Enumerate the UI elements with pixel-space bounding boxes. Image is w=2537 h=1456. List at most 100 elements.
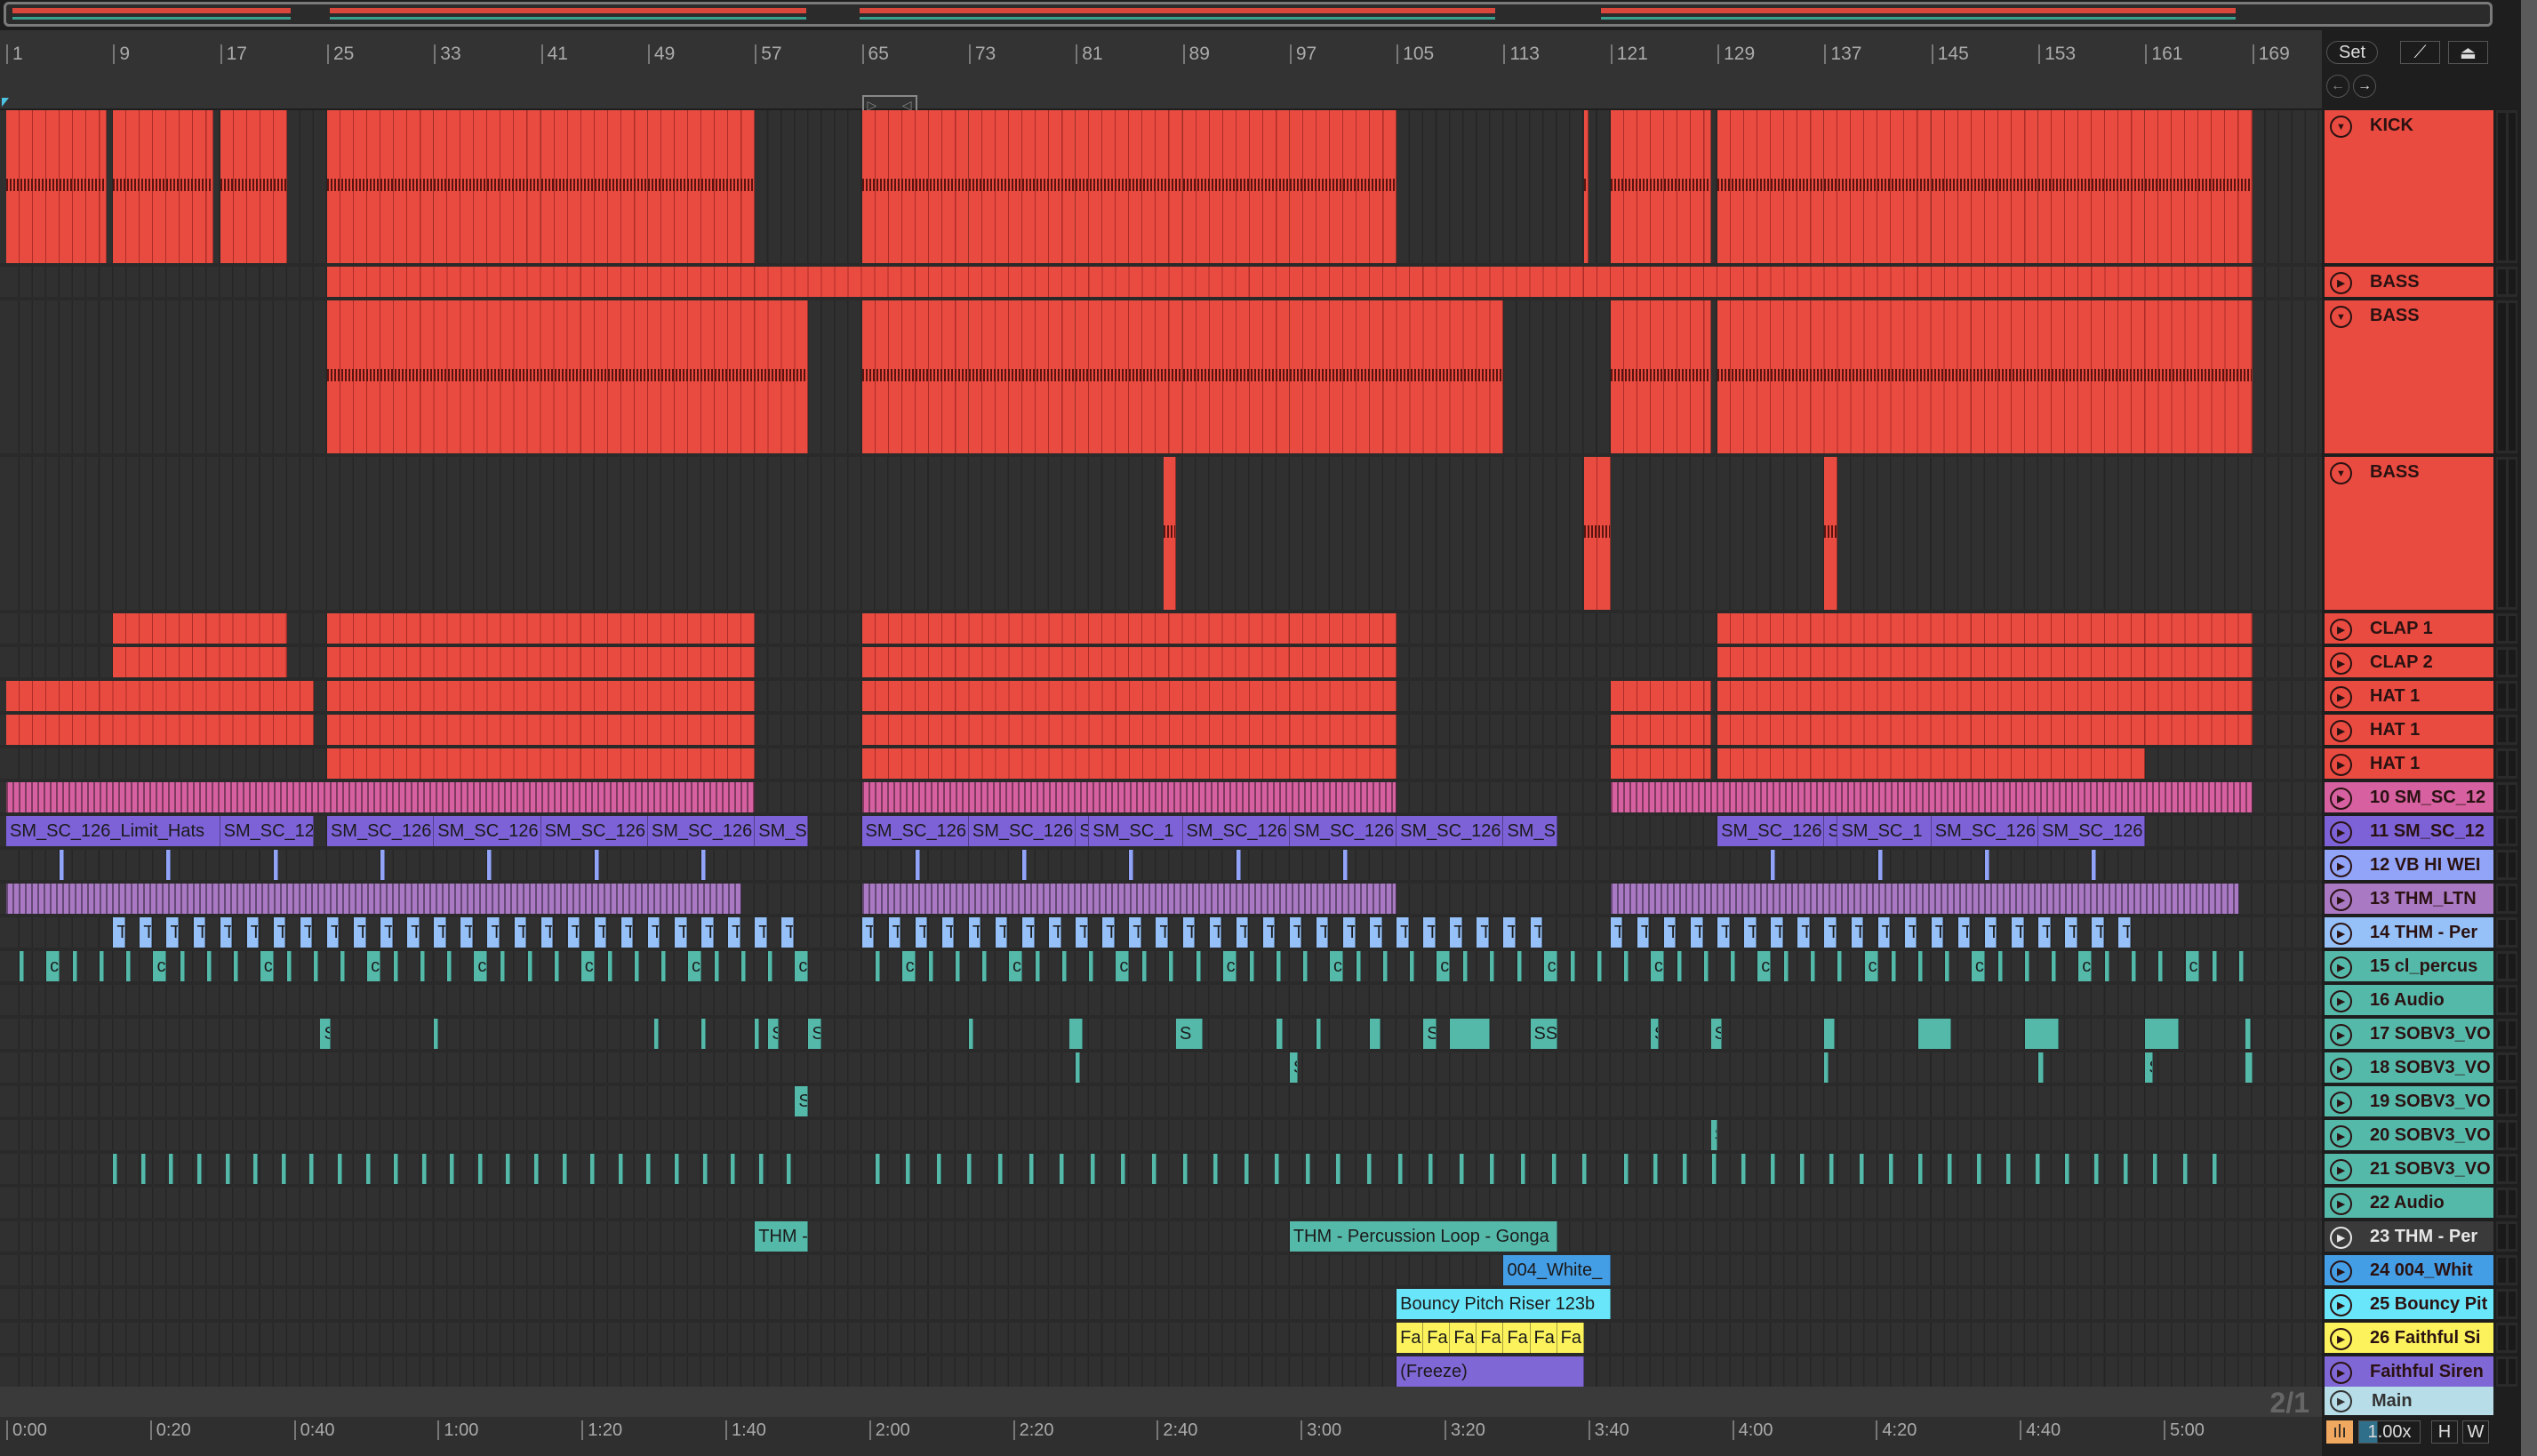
clip[interactable] <box>1771 850 1776 880</box>
play-icon[interactable]: ▶ <box>2330 754 2352 776</box>
clip[interactable]: T <box>567 917 580 948</box>
clip[interactable] <box>1028 1154 1034 1184</box>
track-header[interactable]: ▶ CLAP 2 <box>2325 647 2493 677</box>
clip[interactable] <box>6 715 314 745</box>
clip[interactable] <box>755 1019 760 1049</box>
clip[interactable]: c <box>474 951 488 981</box>
clip[interactable] <box>861 782 1397 812</box>
clip[interactable] <box>1343 850 1348 880</box>
clip[interactable]: T <box>460 917 473 948</box>
clip[interactable]: c <box>901 951 916 981</box>
clip[interactable] <box>1917 951 1923 981</box>
clip[interactable]: SM_SC_126 <box>1182 816 1290 846</box>
play-icon[interactable]: ▶ <box>2330 1328 2352 1350</box>
clip[interactable]: T <box>1423 917 1436 948</box>
clip[interactable]: T <box>701 917 714 948</box>
clip[interactable]: T <box>514 917 527 948</box>
clip[interactable]: SM_SC_126 <box>2038 816 2146 846</box>
clip[interactable] <box>1976 1154 1981 1184</box>
clip[interactable]: SM_SC_126_Limit_Hats <box>6 816 220 846</box>
clip[interactable] <box>562 1154 567 1184</box>
clip[interactable] <box>1244 1154 1249 1184</box>
clip[interactable] <box>741 951 747 981</box>
zoom-factor[interactable]: 1.00x <box>2358 1420 2421 1444</box>
clip[interactable] <box>1741 1154 1747 1184</box>
clip[interactable] <box>768 951 773 981</box>
clip[interactable]: T <box>1209 917 1222 948</box>
clip[interactable] <box>1090 1154 1095 1184</box>
clip[interactable] <box>326 613 756 644</box>
clip[interactable]: T <box>1289 917 1302 948</box>
clip[interactable] <box>1712 1154 1717 1184</box>
clip[interactable] <box>1717 715 2253 745</box>
clip[interactable]: S <box>1176 1019 1204 1049</box>
clip[interactable] <box>2052 951 2057 981</box>
clip[interactable] <box>1463 951 1469 981</box>
clip[interactable]: T <box>540 917 554 948</box>
track-header[interactable]: ▼ KICK <box>2325 110 2493 263</box>
clip[interactable]: T <box>1610 917 1623 948</box>
track-header[interactable]: ▶ 16 Audio <box>2325 985 2493 1015</box>
clip[interactable] <box>1060 1154 1065 1184</box>
track-header[interactable]: ▶ 17 SOBV3_VO <box>2325 1019 2493 1049</box>
clip[interactable] <box>647 110 756 263</box>
clip[interactable] <box>861 110 969 263</box>
clip[interactable] <box>2245 1052 2253 1083</box>
clip[interactable] <box>1022 850 1028 880</box>
clip[interactable] <box>1289 613 1397 644</box>
play-icon[interactable]: ▶ <box>2330 1362 2352 1384</box>
clip[interactable]: c <box>1543 951 1557 981</box>
clip[interactable] <box>1076 613 1290 644</box>
optimize-height-button[interactable]: H <box>2431 1420 2458 1444</box>
clip[interactable] <box>326 748 756 779</box>
clip[interactable]: SM_SC_126 <box>968 816 1076 846</box>
play-icon[interactable]: ▶ <box>2330 1058 2352 1080</box>
clip[interactable] <box>6 782 756 812</box>
clip[interactable] <box>1653 1154 1658 1184</box>
clip[interactable] <box>1623 1154 1629 1184</box>
track-header[interactable]: ▶ 11 SM_SC_12 <box>2325 816 2493 846</box>
clip[interactable]: T <box>2065 917 2077 948</box>
clip[interactable] <box>1249 951 1254 981</box>
clip[interactable] <box>675 1154 679 1184</box>
clip[interactable] <box>607 951 612 981</box>
track-header[interactable]: ▶ 26 Faithful Si <box>2325 1323 2493 1353</box>
clip[interactable]: Bouncy Pitch Riser 123b <box>1397 1289 1611 1319</box>
clip[interactable] <box>1683 1154 1688 1184</box>
clip[interactable] <box>861 748 1397 779</box>
clip[interactable] <box>2036 1154 2041 1184</box>
clip[interactable]: T <box>407 917 420 948</box>
clip[interactable]: S <box>2145 1052 2154 1083</box>
clip[interactable] <box>326 715 756 745</box>
clip[interactable] <box>233 951 238 981</box>
clip[interactable] <box>1583 110 1589 263</box>
clip[interactable]: S <box>1423 1019 1437 1049</box>
clip[interactable] <box>1182 300 1290 453</box>
clip[interactable]: T <box>1102 917 1115 948</box>
fold-chevron-icon[interactable]: ▼ <box>2330 306 2352 328</box>
clip[interactable] <box>1917 1154 1923 1184</box>
clip[interactable]: S <box>768 1019 780 1049</box>
track-header[interactable]: ▶ 18 SOBV3_VO <box>2325 1052 2493 1083</box>
clip[interactable] <box>281 1154 286 1184</box>
play-icon[interactable]: ▶ <box>2330 1389 2352 1412</box>
clip[interactable] <box>1305 1154 1310 1184</box>
clip[interactable]: SM_SC_1 <box>1089 816 1183 846</box>
play-icon[interactable]: ▶ <box>2330 619 2352 641</box>
clip[interactable] <box>6 681 314 711</box>
clip[interactable] <box>6 884 742 914</box>
clip[interactable]: T <box>166 917 179 948</box>
clip[interactable] <box>2212 1154 2217 1184</box>
clip[interactable] <box>1490 1154 1495 1184</box>
clip[interactable] <box>1717 647 2253 677</box>
clip[interactable] <box>1182 110 1290 263</box>
clip[interactable] <box>1450 1019 1491 1049</box>
clip[interactable]: c <box>46 951 60 981</box>
clip[interactable]: T <box>220 917 233 948</box>
arrangement-overview[interactable] <box>4 2 2493 27</box>
draw-mode-icon[interactable]: ⟋ <box>2400 41 2440 64</box>
fold-chevron-icon[interactable]: ▼ <box>2330 462 2352 484</box>
clip[interactable]: T <box>2092 917 2104 948</box>
play-icon[interactable]: ▶ <box>2330 889 2352 911</box>
clip[interactable]: T <box>273 917 286 948</box>
